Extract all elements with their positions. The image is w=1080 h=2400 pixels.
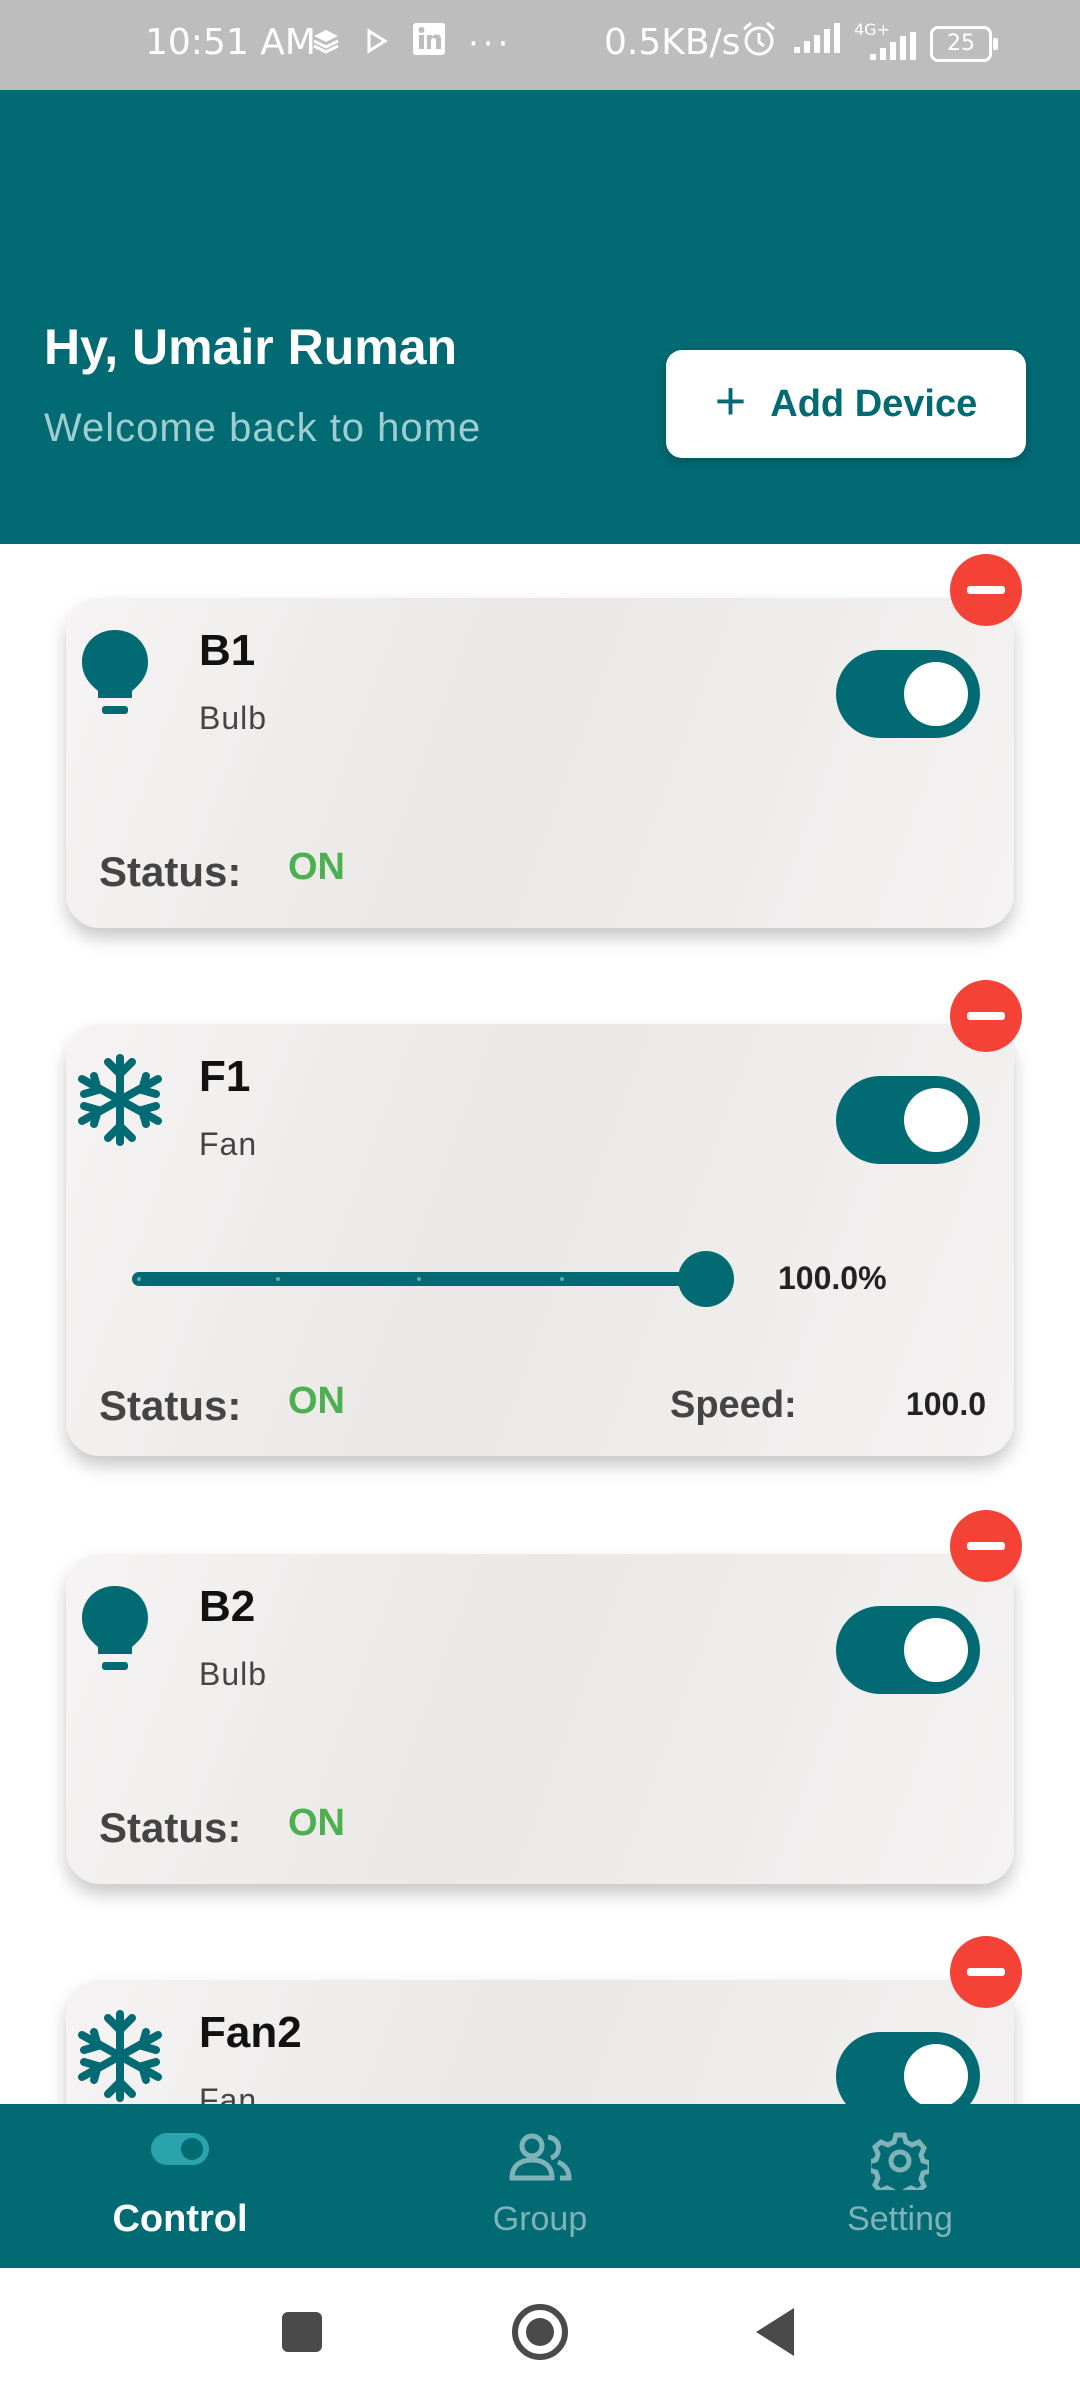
- greeting-title: Hy, Umair Ruman: [44, 319, 458, 375]
- snowflake-icon: [74, 1054, 166, 1151]
- device-name: Fan2: [199, 2008, 302, 2057]
- speed-label: Speed:: [670, 1384, 797, 1426]
- snowflake-icon: [74, 2010, 166, 2104]
- power-toggle[interactable]: [836, 2032, 980, 2104]
- alarm-icon: [740, 20, 778, 67]
- status-bar: 10:51 AM ··· 0.5KB/s 4G+ 25: [0, 0, 1080, 90]
- toggle-knob: [904, 1618, 968, 1682]
- device-card[interactable]: Fan2 Fan: [66, 1936, 1022, 2104]
- power-toggle[interactable]: [836, 650, 980, 738]
- toggle-knob: [904, 662, 968, 726]
- gear-icon: [720, 2132, 1080, 2190]
- device-list[interactable]: B1 Bulb Status: ON F1 Fan 100.0% Status:: [0, 544, 1080, 2104]
- device-type: Bulb: [199, 700, 268, 736]
- nav-label: Group: [492, 2200, 588, 2238]
- more-icon: ···: [468, 23, 513, 64]
- toggle-knob: [904, 2044, 968, 2104]
- system-indicators: 4G+ 25: [740, 20, 998, 67]
- bottom-nav: Control Group Setting: [0, 2104, 1080, 2268]
- toggle-knob: [904, 1088, 968, 1152]
- minus-icon: [967, 586, 1005, 594]
- nav-label: Control: [112, 2198, 248, 2240]
- device-name: B2: [199, 1582, 256, 1631]
- nav-group[interactable]: Group: [360, 2104, 720, 2268]
- home-button[interactable]: [512, 2304, 568, 2360]
- play-icon: [362, 24, 390, 64]
- add-device-button[interactable]: + Add Device: [666, 350, 1026, 458]
- device-card[interactable]: B2 Bulb Status: ON: [66, 1510, 1022, 1884]
- signal-icon: [792, 23, 840, 64]
- minus-icon: [967, 1542, 1005, 1550]
- status-label: Status:: [99, 1382, 242, 1429]
- nav-setting[interactable]: Setting: [720, 2104, 1080, 2268]
- device-card[interactable]: F1 Fan 100.0% Status: ON Speed: 100.0: [66, 980, 1022, 1456]
- slider-tick: [560, 1277, 564, 1281]
- layers-icon: [312, 24, 340, 64]
- recents-button[interactable]: [282, 2312, 322, 2352]
- status-label: Status:: [99, 848, 242, 895]
- welcome-subtitle: Welcome back to home: [44, 406, 482, 450]
- power-toggle[interactable]: [836, 1606, 980, 1694]
- network-speed: 0.5KB/s: [604, 22, 741, 63]
- status-label: Status:: [99, 1804, 242, 1851]
- nav-label: Setting: [847, 2200, 953, 2238]
- toggle-icon: [0, 2132, 360, 2166]
- group-icon: [360, 2132, 720, 2182]
- speed-value: 100.0: [905, 1386, 986, 1422]
- battery-icon: 25: [930, 25, 998, 62]
- status-value: ON: [288, 846, 345, 888]
- remove-device-button[interactable]: [950, 1936, 1022, 2008]
- power-toggle[interactable]: [836, 1076, 980, 1164]
- minus-icon: [967, 1968, 1005, 1976]
- nav-control[interactable]: Control: [0, 2104, 360, 2268]
- remove-device-button[interactable]: [950, 980, 1022, 1052]
- status-value: ON: [288, 1802, 345, 1844]
- speed-slider[interactable]: [132, 1272, 702, 1286]
- back-button[interactable]: [756, 2308, 794, 2356]
- slider-thumb[interactable]: [678, 1251, 734, 1307]
- slider-tick: [276, 1277, 280, 1281]
- device-card[interactable]: B1 Bulb Status: ON: [66, 554, 1022, 928]
- lightbulb-icon: [80, 1584, 150, 1679]
- network-type: 4G+: [854, 20, 916, 62]
- header: Hy, Umair Ruman Welcome back to home + A…: [0, 90, 1080, 544]
- system-nav-bar: [0, 2268, 1080, 2400]
- linkedin-icon: [412, 22, 446, 65]
- device-name: B1: [199, 626, 256, 675]
- remove-device-button[interactable]: [950, 1510, 1022, 1582]
- device-type: Bulb: [199, 1656, 268, 1692]
- plus-icon: +: [714, 371, 747, 431]
- status-time: 10:51 AM: [145, 22, 316, 63]
- slider-percent: 100.0%: [778, 1260, 887, 1296]
- device-type: Fan: [199, 2082, 258, 2104]
- status-value: ON: [288, 1380, 345, 1422]
- remove-device-button[interactable]: [950, 554, 1022, 626]
- slider-tick: [137, 1277, 141, 1281]
- device-type: Fan: [199, 1126, 258, 1162]
- device-name: F1: [199, 1052, 251, 1101]
- slider-tick: [417, 1277, 421, 1281]
- add-device-label: Add Device: [770, 382, 978, 425]
- notification-icons: ···: [312, 22, 512, 65]
- lightbulb-icon: [80, 628, 150, 723]
- minus-icon: [967, 1012, 1005, 1020]
